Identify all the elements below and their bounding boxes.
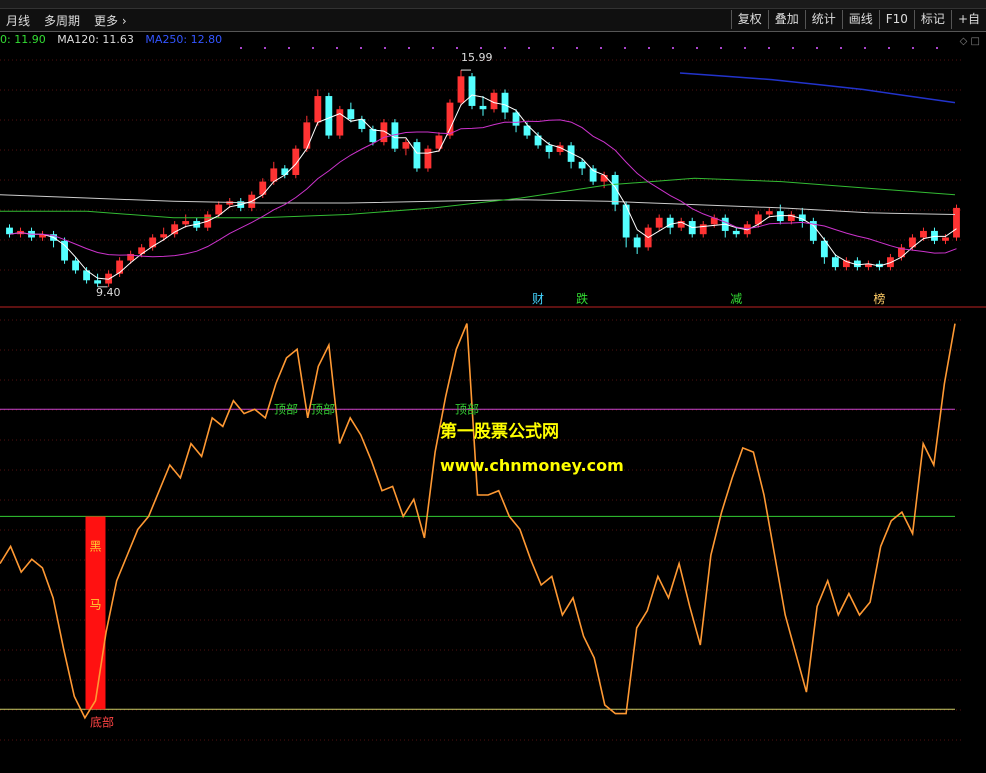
candle-body: [402, 142, 410, 149]
signal-badge: 财: [532, 292, 544, 306]
candle-body: [116, 260, 124, 274]
candle-body: [292, 148, 300, 175]
candle-body: [479, 105, 487, 110]
candle-body: [622, 204, 630, 238]
candle-body: [347, 109, 355, 120]
candle-body: [953, 207, 960, 238]
candle-body: [138, 247, 146, 254]
marker-dot: [264, 47, 266, 49]
dark-horse-char: 马: [90, 597, 102, 611]
candle-body: [94, 280, 102, 284]
marker-dot: [312, 47, 314, 49]
marker-dot: [696, 47, 698, 49]
marker-dot: [552, 47, 554, 49]
marker-dot: [600, 47, 602, 49]
marker-dot: [384, 47, 386, 49]
signal-badge: 减: [730, 292, 742, 306]
candle-body: [325, 96, 333, 136]
marker-dot: [504, 47, 506, 49]
marker-dot: [912, 47, 914, 49]
marker-dot: [240, 47, 242, 49]
ma-green-line: [0, 177, 956, 219]
marker-dot: [936, 47, 938, 49]
high-price-label: 15.99: [461, 51, 493, 64]
candle-body: [369, 128, 377, 143]
candle-body: [578, 161, 586, 169]
candle-body: [424, 148, 432, 169]
candle-body: [655, 217, 663, 228]
oscillator-line: [0, 323, 956, 720]
marker-dot: [864, 47, 866, 49]
marker-dot: [528, 47, 530, 49]
candle-body: [303, 122, 311, 149]
candle-body: [942, 237, 949, 241]
candle-body: [732, 230, 740, 235]
candle-body: [413, 142, 421, 169]
marker-dot: [480, 47, 482, 49]
marker-dot: [432, 47, 434, 49]
low-price-label: 9.40: [96, 286, 121, 299]
candle-body: [468, 76, 476, 106]
candle-body: [6, 227, 13, 235]
marker-dot: [576, 47, 578, 49]
candle-body: [611, 175, 619, 205]
candle-body: [358, 119, 366, 129]
stock-chart[interactable]: 15.99 9.40 财跌减榜 顶部 顶部 顶部底部黑马 第一股票公式网 www.c…: [0, 0, 986, 773]
candle-body: [501, 92, 509, 113]
candle-body: [182, 221, 190, 225]
candle-body: [512, 112, 520, 126]
ma-short-line: [9, 94, 957, 280]
candle-body: [259, 181, 267, 195]
marker-dot: [888, 47, 890, 49]
marker-dot: [360, 47, 362, 49]
candle-body: [457, 76, 465, 103]
dark-horse-char: 黑: [90, 539, 102, 553]
candle-body: [171, 224, 179, 235]
candle-body: [633, 237, 641, 248]
signal-badge: 榜: [873, 291, 885, 306]
marker-dot: [840, 47, 842, 49]
top-signal-label: 顶部: [274, 401, 298, 416]
ma250-line: [679, 72, 956, 104]
watermark-title: 第一股票公式网: [440, 421, 559, 442]
marker-dot: [720, 47, 722, 49]
marker-dot: [816, 47, 818, 49]
marker-dot: [456, 47, 458, 49]
marker-dot: [792, 47, 794, 49]
marker-dot: [648, 47, 650, 49]
candle-body: [446, 102, 454, 136]
bottom-signal-label: 底部: [90, 714, 114, 729]
candle-body: [72, 260, 79, 271]
marker-dot: [408, 47, 410, 49]
signal-badge: 跌: [576, 291, 588, 306]
top-signal-label: 顶部: [311, 401, 335, 416]
candle-body: [831, 257, 839, 268]
candle-body: [215, 204, 223, 215]
marker-dot: [624, 47, 626, 49]
candle-body: [281, 168, 289, 175]
candle-body: [226, 201, 234, 205]
ma120-line: [0, 194, 956, 215]
marker-dot: [768, 47, 770, 49]
marker-dot: [288, 47, 290, 49]
marker-dot: [672, 47, 674, 49]
top-signal-label: 顶部: [455, 401, 479, 416]
candle-body: [765, 211, 773, 215]
watermark-url: www.chnmoney.com: [440, 456, 624, 475]
candle-body: [545, 145, 553, 152]
candle-body: [160, 234, 168, 238]
candle-body: [920, 230, 927, 238]
candle-body: [931, 230, 938, 241]
marker-dot: [744, 47, 746, 49]
marker-dot: [336, 47, 338, 49]
candle-body: [314, 96, 322, 123]
